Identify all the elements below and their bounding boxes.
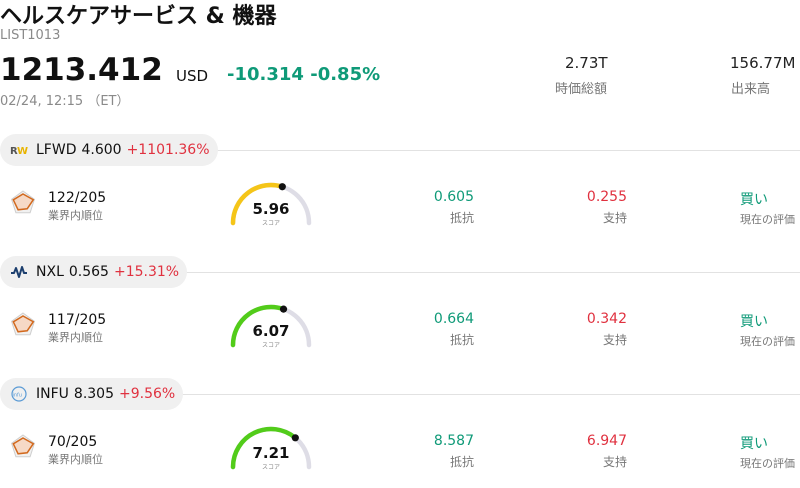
resistance-label: 抵抗 xyxy=(449,211,474,225)
stock-price: 4.600 xyxy=(81,142,122,158)
rating-value: 買い xyxy=(740,436,768,452)
timestamp: 02/24, 12:15 （ET） xyxy=(0,94,130,109)
industry-rank-label: 業界内順位 xyxy=(48,453,103,466)
resistance-label: 抵抗 xyxy=(449,455,474,469)
score-marker xyxy=(291,434,299,442)
section-divider xyxy=(216,150,800,151)
pulse-logo-icon xyxy=(10,263,28,281)
radar-chart-icon xyxy=(8,310,38,340)
resistance-value: 0.664 xyxy=(433,311,474,327)
resistance-label: 抵抗 xyxy=(449,333,474,347)
svg-text:infu: infu xyxy=(13,393,23,399)
stock-change-percent: +1101.36% xyxy=(126,142,210,158)
industry-rank-label: 業界内順位 xyxy=(48,331,103,344)
radar-chart-icon xyxy=(8,432,38,462)
infu-logo-icon: infu xyxy=(10,385,28,403)
stock-chip[interactable]: R W LFWD 4.600 +1101.36% xyxy=(0,134,218,166)
support-value: 0.255 xyxy=(586,189,627,205)
stock-symbol: NXL xyxy=(36,264,64,280)
volume-value: 156.77M xyxy=(730,54,796,72)
support-label: 支持 xyxy=(602,455,627,469)
index-code: LIST1013 xyxy=(0,28,61,43)
stock-change-percent: +9.56% xyxy=(119,386,176,402)
score-label: スコア xyxy=(261,464,280,471)
rating-label: 現在の評価 xyxy=(740,335,795,348)
stock-chip[interactable]: infu INFU 8.305 +9.56% xyxy=(0,378,184,410)
stock-change-percent: +15.31% xyxy=(113,264,180,280)
stock-symbol: LFWD xyxy=(36,142,77,158)
score-value: 7.21 xyxy=(252,444,290,462)
industry-rank: 122/205 xyxy=(48,190,107,206)
stock-section: R W LFWD 4.600 +1101.36% 122/205 業界内順位 5.96 スコア 0… xyxy=(0,134,800,256)
change-percent: -0.85% xyxy=(310,64,381,85)
rating-label: 現在の評価 xyxy=(740,457,795,470)
score-marker xyxy=(279,305,288,313)
rating-label: 現在の評価 xyxy=(740,213,795,226)
resistance-value: 0.605 xyxy=(433,189,474,205)
rw-logo-icon: RW xyxy=(10,141,28,159)
score-value: 6.07 xyxy=(252,322,290,340)
support-value: 6.947 xyxy=(586,433,627,449)
stock-symbol: INFU xyxy=(36,386,69,402)
section-divider xyxy=(185,272,800,273)
currency-label: USD xyxy=(176,67,209,85)
industry-rank: 117/205 xyxy=(48,312,107,328)
stock-price: 8.305 xyxy=(73,386,114,402)
score-value: 5.96 xyxy=(252,200,290,218)
market-cap-label: 時価総額 xyxy=(555,82,608,97)
support-label: 支持 xyxy=(602,333,627,347)
radar-chart-icon xyxy=(8,188,38,218)
price-change: -10.314 -0.85% xyxy=(227,64,380,85)
industry-rank: 70/205 xyxy=(48,434,98,450)
change-value: -10.314 xyxy=(227,64,304,85)
market-cap-value: 2.73T xyxy=(565,54,608,72)
rating-value: 買い xyxy=(740,314,768,330)
support-value: 0.342 xyxy=(586,311,627,327)
svg-text:W: W xyxy=(17,146,28,157)
rating-value: 買い xyxy=(740,192,768,208)
page-title: ヘルスケアサービス & 機器 xyxy=(0,4,277,29)
score-label: スコア xyxy=(261,342,280,349)
score-marker xyxy=(278,183,286,191)
stock-section: NXL 0.565 +15.31% 117/205 業界内順位 6.07 スコア 0.664 抵… xyxy=(0,256,800,378)
stock-price: 0.565 xyxy=(68,264,109,280)
stock-chip[interactable]: NXL 0.565 +15.31% xyxy=(0,256,188,288)
volume-label: 出来高 xyxy=(731,82,771,97)
industry-rank-label: 業界内順位 xyxy=(48,209,103,222)
score-label: スコア xyxy=(261,220,280,227)
section-divider xyxy=(180,394,800,395)
stock-section: infu INFU 8.305 +9.56% 70/205 業界内順位 7.21 スコア 8.5… xyxy=(0,378,800,488)
support-label: 支持 xyxy=(602,211,627,225)
resistance-value: 8.587 xyxy=(433,433,474,449)
index-price: 1213.412 xyxy=(0,52,163,88)
